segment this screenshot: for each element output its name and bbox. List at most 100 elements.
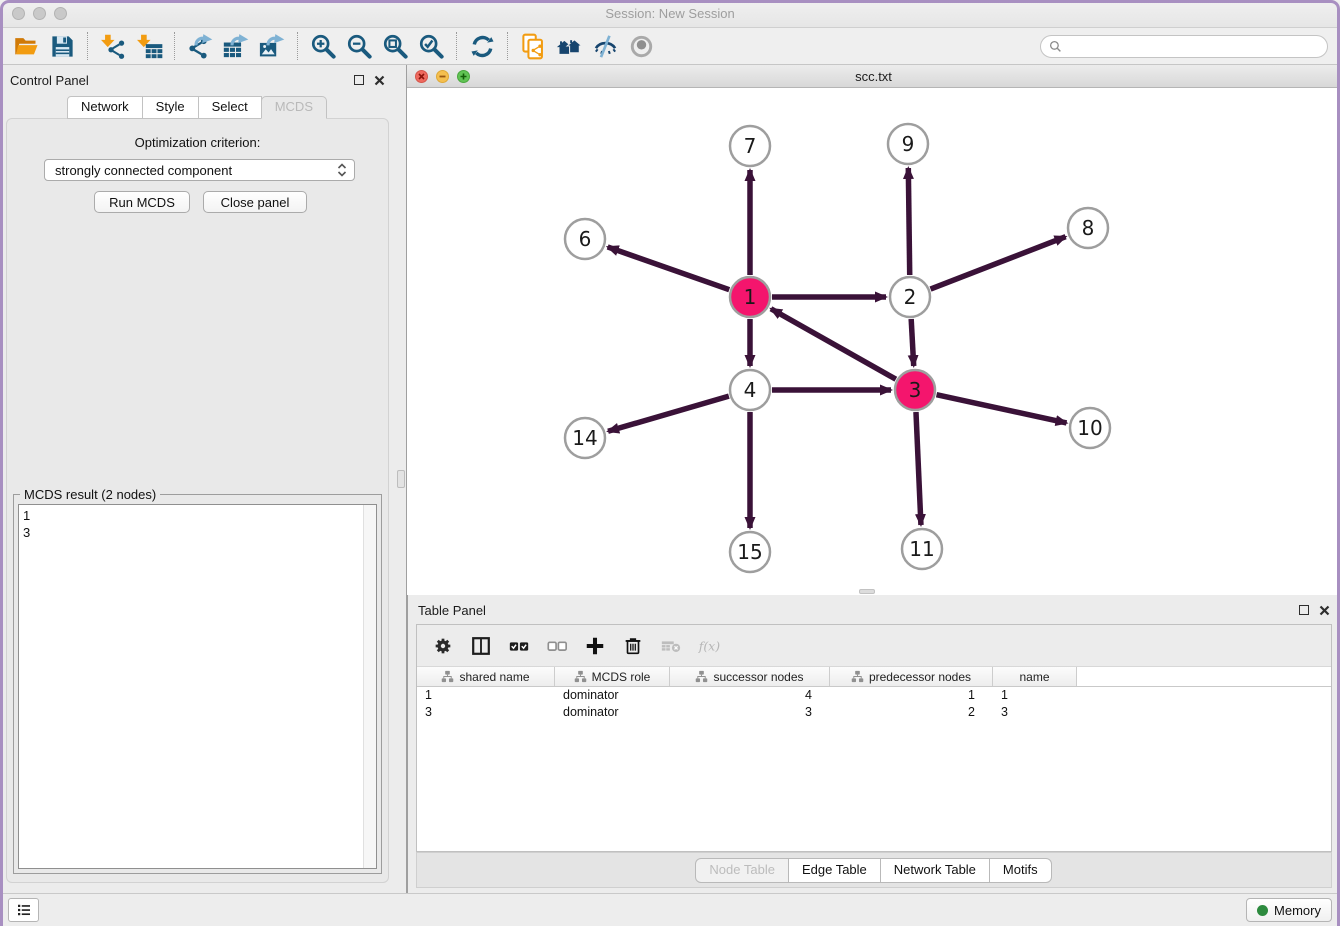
import-network-button[interactable]	[95, 31, 131, 61]
select-all-checkboxes-button[interactable]	[503, 631, 535, 661]
node-label-7: 7	[744, 134, 757, 158]
tab-mcds[interactable]: MCDS	[261, 96, 327, 119]
add-column-button[interactable]	[579, 631, 611, 661]
zoom-selected-button[interactable]	[413, 31, 449, 61]
tab-select[interactable]: Select	[198, 96, 262, 119]
splitter-grip-icon[interactable]	[397, 470, 405, 488]
memory-button[interactable]: Memory	[1246, 898, 1332, 922]
eye-disabled-icon	[628, 33, 655, 60]
function-icon: f(x)	[698, 635, 720, 657]
tab-node-table[interactable]: Node Table	[695, 858, 789, 883]
cell-name[interactable]: 1	[993, 687, 1077, 704]
mcds-result-scrollbar[interactable]	[363, 505, 376, 868]
clear-checkboxes-button[interactable]	[541, 631, 573, 661]
hide-panels-button[interactable]	[587, 31, 623, 61]
duplicate-network-button[interactable]	[515, 31, 551, 61]
column-header-successor-nodes[interactable]: successor nodes	[670, 667, 830, 686]
split-columns-icon	[470, 635, 492, 657]
column-header-predecessor-nodes[interactable]: predecessor nodes	[830, 667, 993, 686]
gear-icon	[432, 635, 454, 657]
zoom-out-icon	[346, 33, 373, 60]
node-label-10: 10	[1077, 416, 1102, 440]
float-panel-icon[interactable]	[354, 75, 364, 85]
tab-motifs[interactable]: Motifs	[989, 858, 1052, 883]
svg-text:f(x): f(x)	[698, 638, 720, 653]
column-header-shared-name[interactable]: shared name	[417, 667, 555, 686]
float-table-panel-icon[interactable]	[1299, 605, 1309, 615]
maximize-view-button[interactable]	[457, 70, 470, 83]
table-header-row: shared name MCDS rolesuccessor nodes prede…	[417, 667, 1331, 687]
column-header-label: shared name	[459, 670, 529, 684]
edge-3-10[interactable]	[936, 395, 1066, 423]
cell-MCDS-role[interactable]: dominator	[555, 704, 670, 721]
toolbar-separator	[297, 32, 298, 60]
table-row[interactable]: 1dominator411	[417, 687, 1331, 704]
import-table-button[interactable]	[131, 31, 167, 61]
zoom-out-button[interactable]	[341, 31, 377, 61]
minimize-view-button[interactable]	[436, 70, 449, 83]
sort-column-icon	[695, 670, 708, 683]
edge-4-14[interactable]	[608, 396, 729, 431]
gear-button[interactable]	[427, 631, 459, 661]
column-header-name[interactable]: name	[993, 667, 1077, 686]
zoom-fit-button[interactable]	[377, 31, 413, 61]
close-panel-button[interactable]: Close panel	[203, 191, 307, 213]
save-button[interactable]	[44, 31, 80, 61]
optimization-criterion-select[interactable]: strongly connected component	[44, 159, 355, 181]
select-stepper-icon	[337, 163, 347, 177]
tab-network-table[interactable]: Network Table	[880, 858, 990, 883]
cell-shared-name[interactable]: 1	[417, 687, 555, 704]
mcds-result-text[interactable]: 1 3	[18, 504, 377, 869]
optimization-criterion-value: strongly connected component	[55, 163, 232, 178]
export-image-icon	[259, 33, 286, 60]
cell-predecessor-nodes[interactable]: 2	[830, 704, 993, 721]
open-folder-button[interactable]	[8, 31, 44, 61]
export-image-button[interactable]	[254, 31, 290, 61]
delete-column-button[interactable]	[617, 631, 649, 661]
node-label-1: 1	[744, 285, 757, 309]
main-toolbar	[0, 28, 1340, 65]
close-table-panel-icon[interactable]	[1319, 605, 1330, 616]
zoom-in-button[interactable]	[305, 31, 341, 61]
table-panel: Table Panel f(x) shared name MCDS rolesuc…	[407, 595, 1340, 893]
edge-2-3[interactable]	[911, 319, 914, 366]
edge-2-8[interactable]	[931, 237, 1066, 289]
tab-edge-table[interactable]: Edge Table	[788, 858, 881, 883]
export-network-button[interactable]	[182, 31, 218, 61]
search-input[interactable]	[1067, 37, 1327, 55]
split-columns-button[interactable]	[465, 631, 497, 661]
column-header-MCDS-role[interactable]: MCDS role	[555, 667, 670, 686]
close-view-button[interactable]	[415, 70, 428, 83]
toolbar-separator	[87, 32, 88, 60]
refresh-button[interactable]	[464, 31, 500, 61]
network-graph[interactable]: 7968124314101511	[407, 88, 1340, 595]
node-label-3: 3	[909, 378, 922, 402]
network-canvas[interactable]: 7968124314101511	[407, 88, 1340, 595]
export-table-button[interactable]	[218, 31, 254, 61]
export-table-icon	[223, 33, 250, 60]
table-toolbar: f(x)	[417, 625, 1331, 667]
node-label-14: 14	[572, 426, 597, 450]
run-mcds-button[interactable]: Run MCDS	[94, 191, 190, 213]
task-history-button[interactable]	[8, 898, 39, 922]
cell-MCDS-role[interactable]: dominator	[555, 687, 670, 704]
edge-3-11[interactable]	[916, 412, 921, 525]
panel-splitter-vertical[interactable]	[395, 65, 407, 893]
splitter-grip-horizontal-icon[interactable]	[859, 589, 875, 594]
tab-network[interactable]: Network	[67, 96, 143, 119]
cell-name[interactable]: 3	[993, 704, 1077, 721]
cell-successor-nodes[interactable]: 4	[670, 687, 830, 704]
home-button[interactable]	[551, 31, 587, 61]
edge-2-9[interactable]	[908, 168, 909, 275]
edge-1-6[interactable]	[608, 247, 730, 290]
cell-shared-name[interactable]: 3	[417, 704, 555, 721]
table-panel-header: Table Panel	[408, 595, 1340, 625]
close-panel-icon[interactable]	[374, 75, 385, 86]
edge-3-1[interactable]	[771, 309, 896, 379]
table-row[interactable]: 3dominator323	[417, 704, 1331, 721]
cell-successor-nodes[interactable]: 3	[670, 704, 830, 721]
tab-style[interactable]: Style	[142, 96, 199, 119]
network-view-title: scc.txt	[407, 69, 1340, 84]
column-header-label: predecessor nodes	[869, 670, 971, 684]
cell-predecessor-nodes[interactable]: 1	[830, 687, 993, 704]
